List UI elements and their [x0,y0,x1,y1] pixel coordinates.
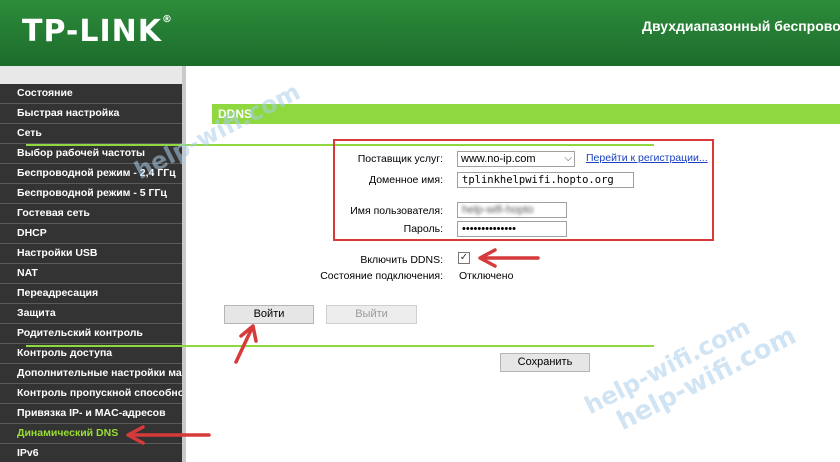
save-button[interactable]: Сохранить [500,353,590,372]
sidebar-item-bandwidth-control[interactable]: Контроль пропускной способно [0,384,182,404]
sidebar-item-nat[interactable]: NAT [0,264,182,284]
sidebar-item-status[interactable]: Состояние [0,84,182,104]
sidebar-item-ipv6[interactable]: IPv6 [0,444,182,462]
sidebar-item-dhcp[interactable]: DHCP [0,224,182,244]
sidebar-item-dynamic-dns[interactable]: Динамический DNS [0,424,182,444]
sidebar-item-ip-mac-binding[interactable]: Привязка IP- и MAC-адресов [0,404,182,424]
router-admin-page: TP-LINK® Двухдиапазонный беспровод Состо… [0,0,840,462]
login-button[interactable]: Войти [224,305,314,324]
sidebar-item-access-control[interactable]: Контроль доступа [0,344,182,364]
highlight-frame [333,139,714,241]
enable-ddns-checkbox[interactable]: ✓ [458,252,470,264]
sidebar-item-parental-control[interactable]: Родительский контроль [0,324,182,344]
header-bar: TP-LINK® Двухдиапазонный беспровод [0,0,840,66]
connection-status-label: Состояние подключения: [320,270,443,282]
bottom-divider [26,345,654,347]
sidebar-item-wireless-5[interactable]: Беспроводной режим - 5 ГГц [0,184,182,204]
header-title: Двухдиапазонный беспровод [642,18,840,34]
enable-ddns-label: Включить DDNS: [360,254,443,266]
logout-button[interactable]: Выйти [326,305,417,324]
sidebar-item-network[interactable]: Сеть [0,124,182,144]
sidebar-item-guest-network[interactable]: Гостевая сеть [0,204,182,224]
sidebar-menu: Состояние Быстрая настройка Сеть Выбор р… [0,84,182,462]
connection-status-value: Отключено [459,270,514,282]
sidebar-item-forwarding[interactable]: Переадресация [0,284,182,304]
sidebar-item-security[interactable]: Защита [0,304,182,324]
tp-link-logo: TP-LINK® [22,14,174,49]
section-title-bar: DDNS [212,104,840,124]
sidebar-item-quick-setup[interactable]: Быстрая настройка [0,104,182,124]
sidebar-item-usb[interactable]: Настройки USB [0,244,182,264]
sidebar-item-advanced-routing[interactable]: Дополнительные настройки мар [0,364,182,384]
